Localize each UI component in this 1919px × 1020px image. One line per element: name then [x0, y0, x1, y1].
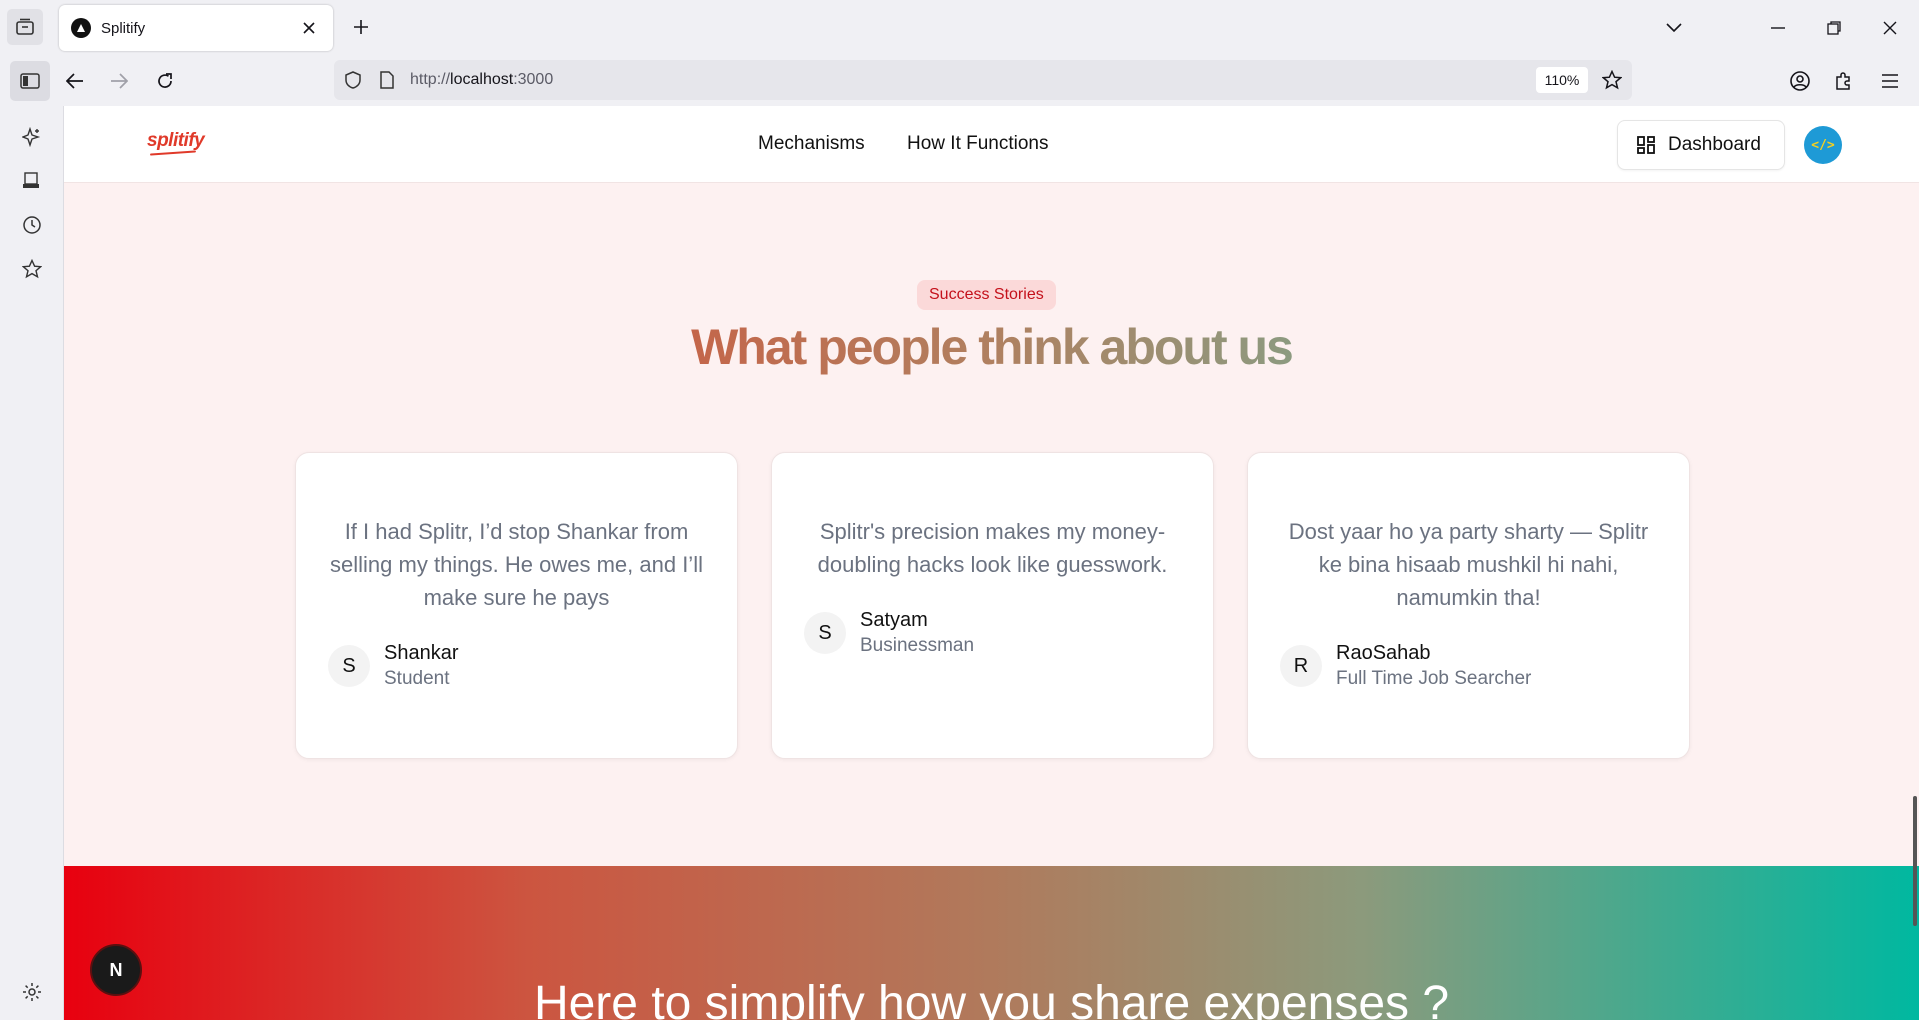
- url-text: http://localhost:3000: [410, 71, 554, 88]
- browser-toolbar: http://localhost:3000 110%: [0, 56, 1919, 106]
- sidebar-toggle-button[interactable]: [10, 61, 50, 101]
- arrow-left-icon: [66, 73, 83, 89]
- sidebar-icon: [20, 73, 40, 89]
- tab-title: Splitify: [101, 19, 146, 37]
- star-icon: [22, 259, 42, 279]
- close-icon: [1883, 21, 1897, 35]
- avatar: R: [1280, 645, 1322, 687]
- success-stories-badge: Success Stories: [917, 280, 1056, 310]
- sparkle-icon: [22, 127, 41, 147]
- page-scrollbar[interactable]: [1913, 796, 1917, 926]
- zoom-level-button[interactable]: 110%: [1536, 67, 1588, 93]
- author-role: Full Time Job Searcher: [1336, 668, 1532, 689]
- avatar: S: [804, 612, 846, 654]
- account-button[interactable]: [1780, 61, 1820, 101]
- synced-tabs-button[interactable]: [16, 165, 48, 197]
- testimonial-quote: Dost yaar ho ya party sharty — Splitr ke…: [1288, 519, 1649, 610]
- history-button[interactable]: [16, 209, 48, 241]
- arrow-right-icon: [111, 73, 128, 89]
- author-role: Businessman: [860, 635, 975, 656]
- browser-tab[interactable]: Splitify: [59, 5, 333, 51]
- dashboard-label: Dashboard: [1668, 134, 1761, 155]
- nextjs-dev-indicator[interactable]: N: [90, 944, 142, 996]
- testimonial-author: S Shankar Student: [328, 640, 459, 692]
- restore-button[interactable]: [1816, 10, 1852, 46]
- close-window-button[interactable]: [1872, 10, 1908, 46]
- chevron-down-icon: [1666, 23, 1682, 33]
- testimonial-author: R RaoSahab Full Time Job Searcher: [1280, 640, 1531, 692]
- nav-link-mechanisms[interactable]: Mechanisms: [758, 133, 865, 155]
- testimonial-author: S Satyam Businessman: [804, 607, 974, 659]
- author-name: Shankar: [384, 642, 459, 664]
- reload-icon: [158, 73, 172, 88]
- avatar: S: [328, 645, 370, 687]
- clock-icon: [23, 216, 41, 234]
- browser-sidebar: [0, 106, 64, 1020]
- hamburger-icon: [1882, 74, 1898, 88]
- author-name: Satyam: [860, 609, 928, 631]
- browser-tab-bar: Splitify: [0, 0, 1919, 56]
- bookmarks-button[interactable]: [16, 253, 48, 285]
- section-heading: What people think about us: [691, 319, 1294, 375]
- site-logo[interactable]: splitify: [147, 130, 205, 152]
- author-name: RaoSahab: [1336, 642, 1431, 664]
- ai-chatbot-button[interactable]: [16, 121, 48, 153]
- close-icon: [303, 22, 315, 34]
- testimonial-card: If I had Splitr, I’d stop Shankar from s…: [295, 452, 738, 759]
- bookmark-star-icon[interactable]: [1602, 70, 1622, 90]
- author-role: Student: [384, 668, 450, 689]
- web-page: splitify Mechanisms How It Functions Das…: [64, 106, 1919, 1020]
- dashboard-grid-icon: [1637, 136, 1655, 154]
- nav-link-how-it-functions[interactable]: How It Functions: [907, 133, 1049, 155]
- cta-banner: Here to simplify how you share expenses …: [64, 866, 1919, 1020]
- testimonial-card: Splitr's precision makes my money-doubli…: [771, 452, 1214, 759]
- devices-icon: [23, 172, 39, 188]
- user-avatar[interactable]: </>: [1804, 126, 1842, 164]
- url-bar[interactable]: http://localhost:3000 110%: [334, 60, 1632, 100]
- shield-icon: [345, 71, 361, 89]
- back-button[interactable]: [55, 61, 95, 101]
- testimonial-quote: Splitr's precision makes my money-doubli…: [817, 519, 1168, 577]
- forward-button[interactable]: [99, 61, 139, 101]
- extensions-button[interactable]: [1824, 61, 1864, 101]
- folder-tabs-icon: [16, 18, 34, 35]
- list-all-tabs-button[interactable]: [1656, 10, 1692, 46]
- plus-icon: [354, 20, 368, 34]
- minimize-button[interactable]: [1760, 10, 1796, 46]
- new-tab-button[interactable]: [346, 12, 376, 42]
- testimonial-quote: If I had Splitr, I’d stop Shankar from s…: [330, 519, 703, 610]
- tab-overview-button[interactable]: [7, 9, 43, 45]
- sidebar-settings-button[interactable]: [16, 976, 48, 1008]
- minimize-icon: [1771, 27, 1785, 29]
- account-icon: [1790, 71, 1810, 91]
- gear-icon: [23, 983, 41, 1001]
- tab-close-button[interactable]: [297, 16, 321, 40]
- menu-button[interactable]: [1870, 61, 1910, 101]
- page-icon: [380, 71, 394, 89]
- reload-button[interactable]: [145, 61, 185, 101]
- cta-heading: Here to simplify how you share expenses …: [533, 977, 1450, 1020]
- dashboard-button[interactable]: Dashboard: [1617, 120, 1785, 170]
- favicon-triangle-icon: [71, 18, 91, 38]
- restore-icon: [1827, 21, 1841, 35]
- site-header: splitify Mechanisms How It Functions Das…: [64, 106, 1919, 183]
- testimonial-card: Dost yaar ho ya party sharty — Splitr ke…: [1247, 452, 1690, 759]
- puzzle-icon: [1836, 72, 1850, 90]
